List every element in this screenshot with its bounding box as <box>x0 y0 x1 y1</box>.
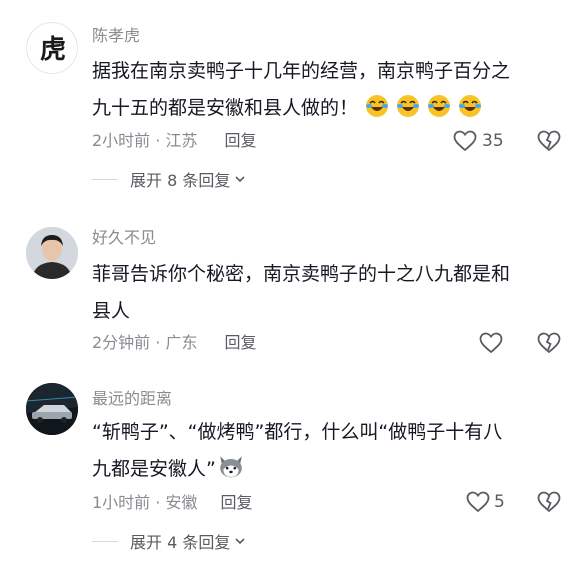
laughing-crying-emoji <box>428 95 451 117</box>
chevron-down-icon <box>235 538 245 545</box>
chevron-down-icon <box>235 176 245 183</box>
heart-icon[interactable] <box>466 491 490 513</box>
comment-text: 菲哥告诉你个秘密，南京卖鸭子的十之八九都是和 县人 <box>92 256 562 330</box>
avatar-calligraphy: 虎 <box>40 35 66 65</box>
comment-text-line: 县人 <box>92 300 131 322</box>
expand-replies-label: 展开 8 条回复 <box>130 171 231 190</box>
expand-replies-label: 展开 4 条回复 <box>130 533 231 552</box>
reply-button[interactable]: 回复 <box>225 333 257 352</box>
divider <box>92 178 118 180</box>
dislike-icon[interactable] <box>537 491 561 513</box>
comment-text-line: 九十五的都是安徽和县人做的！ <box>92 90 562 127</box>
comment-text-line: 菲哥告诉你个秘密，南京卖鸭子的十之八九都是和 <box>92 263 511 285</box>
username[interactable]: 最远的距离 <box>92 389 172 409</box>
heart-icon[interactable] <box>453 130 477 152</box>
reply-button[interactable]: 回复 <box>225 131 257 150</box>
comment-text-line: 九都是安徽人” <box>92 451 562 488</box>
comment-text: “斩鸭子”、“做烤鸭”都行，什么叫“做鸭子十有八 九都是安徽人” <box>92 414 562 488</box>
husky-emoji <box>220 456 242 478</box>
expand-replies[interactable]: 展开 8 条回复 <box>92 169 246 190</box>
expand-replies[interactable]: 展开 4 条回复 <box>92 531 246 552</box>
comment-text-line: 据我在南京卖鸭子十几年的经营，南京鸭子百分之 <box>92 60 511 82</box>
dislike-icon[interactable] <box>537 332 561 354</box>
comment-meta: 2小时前 · 江苏 回复 <box>92 131 257 151</box>
laughing-crying-emoji <box>397 95 420 117</box>
laughing-crying-emoji <box>366 95 389 117</box>
username[interactable]: 好久不见 <box>92 228 156 248</box>
reply-button[interactable]: 回复 <box>221 493 253 512</box>
comment-text: 据我在南京卖鸭子十几年的经营，南京鸭子百分之 九十五的都是安徽和县人做的！ <box>92 53 562 127</box>
dislike-icon[interactable] <box>537 130 561 152</box>
laughing-crying-emoji <box>459 95 482 117</box>
time-location: 2分钟前 · 广东 <box>92 333 198 352</box>
avatar[interactable] <box>26 227 78 279</box>
laughing-crying-emoji-group <box>358 95 482 119</box>
like-count: 35 <box>482 131 504 151</box>
divider <box>92 540 118 542</box>
username[interactable]: 陈孝虎 <box>92 26 140 46</box>
avatar[interactable]: 虎 <box>26 22 78 74</box>
comment-text-line: “斩鸭子”、“做烤鸭”都行，什么叫“做鸭子十有八 <box>92 421 503 443</box>
comment-meta: 1小时前 · 安徽 回复 <box>92 493 253 513</box>
comment-meta: 2分钟前 · 广东 回复 <box>92 333 257 353</box>
time-location: 2小时前 · 江苏 <box>92 131 198 150</box>
avatar[interactable] <box>26 383 78 435</box>
heart-icon[interactable] <box>479 332 503 354</box>
time-location: 1小时前 · 安徽 <box>92 493 198 512</box>
like-count: 5 <box>494 492 505 512</box>
